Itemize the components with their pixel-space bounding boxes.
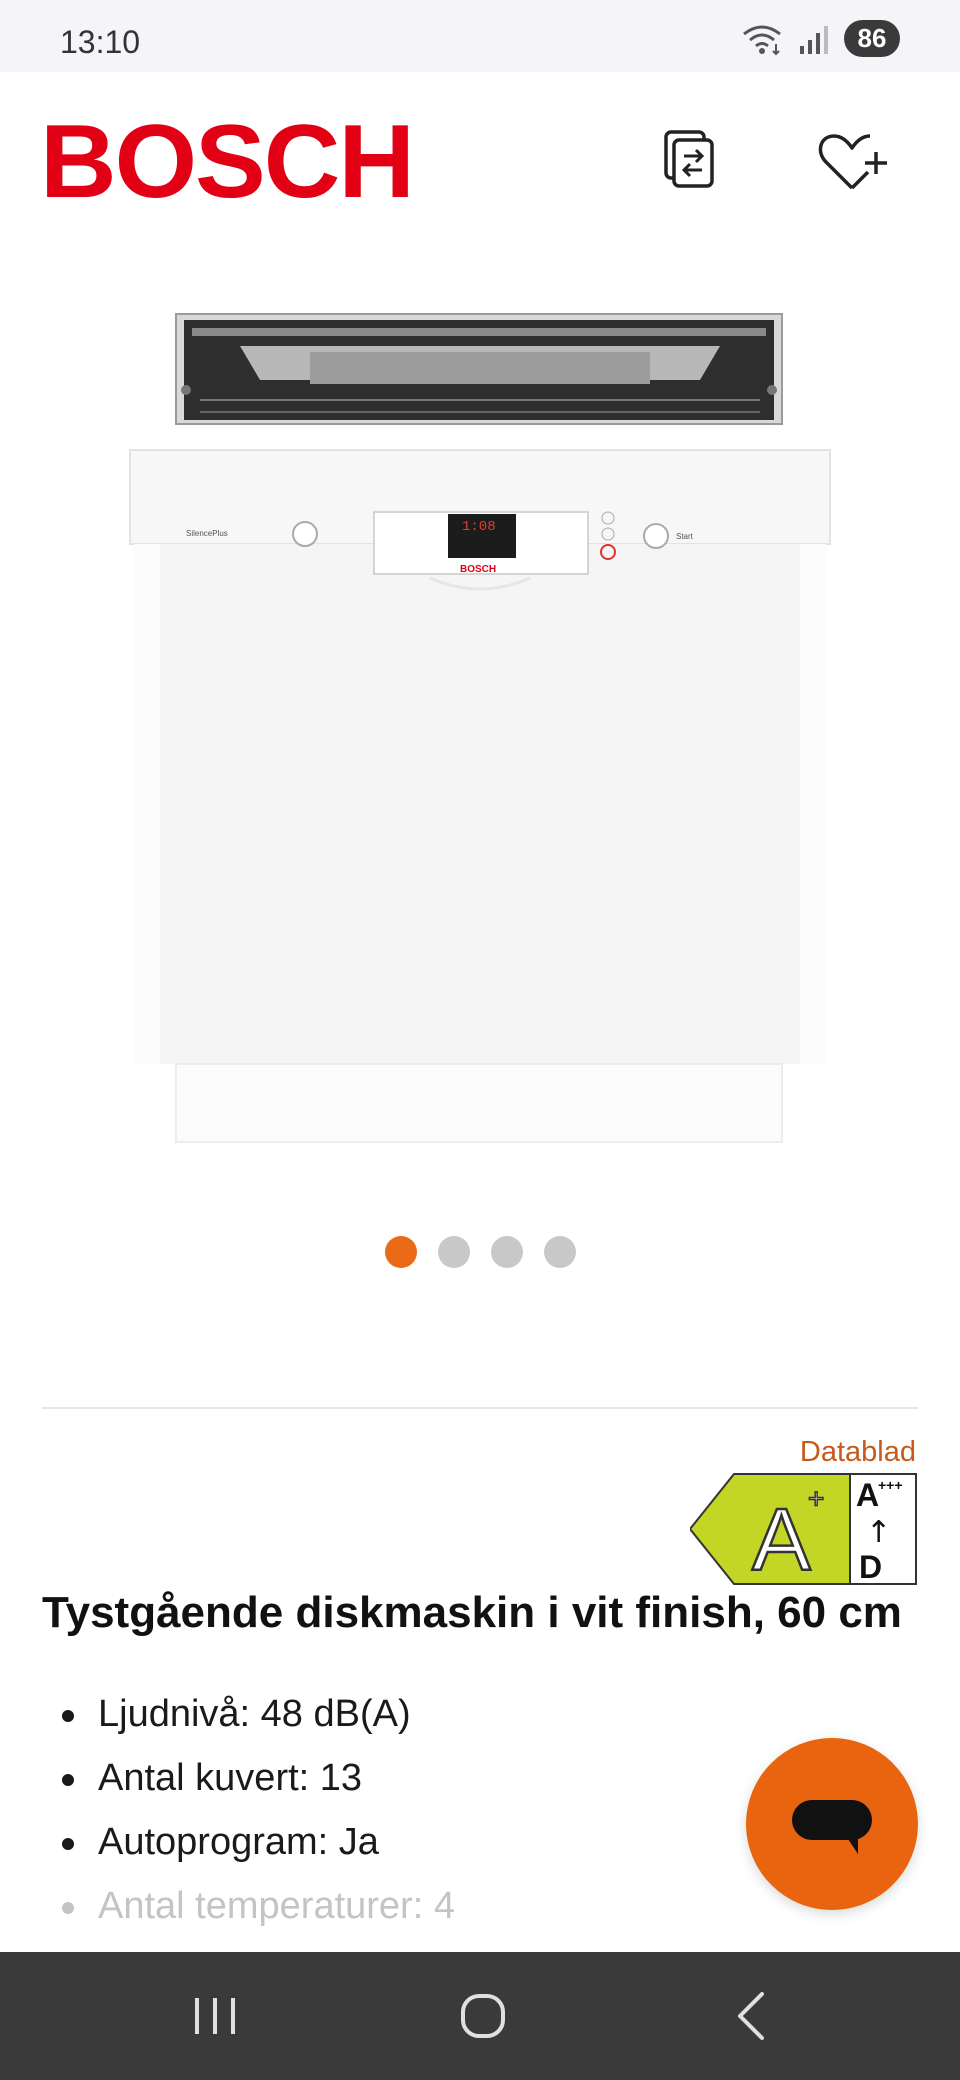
energy-scale-top-suffix: +++ [878,1477,903,1493]
model-label: SilencePlus [186,529,228,538]
energy-scale-bottom: D [859,1549,882,1585]
display-readout: 1:08 [462,519,496,535]
heart-plus-icon[interactable] [812,122,892,202]
wifi-icon [743,25,781,55]
energy-scale-top: A [856,1477,879,1513]
panel-brand: BOSCH [460,564,496,575]
feature-item: Ljudnivå: 48 dB(A) [58,1688,455,1752]
product-image[interactable]: SilencePlus 1:08 BOSCH Start [120,300,840,1160]
energy-class-suffix: + [808,1483,824,1514]
status-bar: 13:10 86 [0,0,960,72]
status-icons: 86 [740,20,900,57]
feature-list: Ljudnivå: 48 dB(A) Antal kuvert: 13 Auto… [58,1688,455,1944]
carousel-dot[interactable] [490,1236,523,1268]
energy-label[interactable]: A + A +++ ↑ D [690,1472,918,1586]
bosch-logo[interactable]: BOSCH [40,110,415,214]
back-icon[interactable] [716,1984,786,2048]
energy-class: A [752,1490,811,1586]
carousel-dots [0,1236,960,1268]
start-label: Start [676,532,694,541]
energy-scale-arrow: ↑ [866,1515,891,1550]
chat-button[interactable] [746,1738,918,1910]
datasheet-link[interactable]: Datablad [800,1436,916,1469]
carousel-dot[interactable] [437,1236,470,1268]
product-title: Tystgående diskmaskin i vit finish, 60 c… [42,1588,902,1637]
signal-icon [800,25,828,54]
carousel-dot[interactable] [384,1236,417,1268]
chat-bubble-icon [792,1800,872,1854]
battery-icon: 86 [844,20,900,57]
feature-item: Antal kuvert: 13 [58,1752,455,1816]
home-icon[interactable] [448,1984,518,2048]
site-header: BOSCH [0,72,960,252]
recents-icon[interactable] [180,1984,250,2048]
compare-icon[interactable] [652,122,732,202]
feature-item: Antal temperaturer: 4 [58,1880,455,1944]
status-time: 13:10 [60,24,141,60]
carousel-dot[interactable] [543,1236,576,1268]
divider [42,1407,918,1409]
feature-item: Autoprogram: Ja [58,1816,455,1880]
system-nav-bar [0,1952,960,2080]
